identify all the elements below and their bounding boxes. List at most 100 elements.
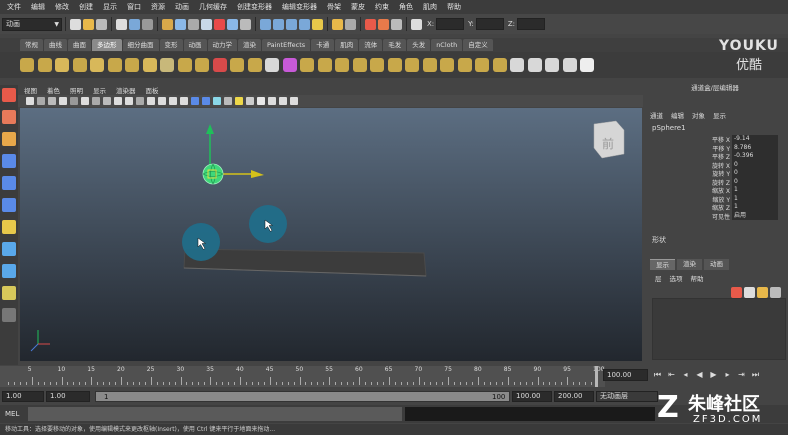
viewport-tool-icon[interactable] bbox=[235, 97, 243, 105]
attribute-value[interactable]: 1 bbox=[732, 186, 778, 195]
input-ops-icon[interactable] bbox=[411, 18, 422, 30]
lock-icon[interactable] bbox=[332, 18, 343, 30]
coord-z-field[interactable] bbox=[517, 18, 546, 30]
playback-end-field[interactable]: 100.00 bbox=[512, 391, 552, 402]
shelf-tab[interactable]: 毛发 bbox=[383, 39, 407, 51]
shelf-tab[interactable]: 细分曲面 bbox=[122, 39, 159, 51]
playback-start-field[interactable]: 1.00 bbox=[46, 391, 90, 402]
attribute-value[interactable]: 1 bbox=[732, 203, 778, 212]
shelf-tool-icon[interactable] bbox=[405, 58, 419, 72]
viewport-tool-icon[interactable] bbox=[191, 97, 199, 105]
step-back-key-icon[interactable]: ⇤ bbox=[666, 369, 677, 381]
make-live-icon[interactable] bbox=[312, 18, 323, 30]
shelf-tool-icon[interactable] bbox=[580, 58, 594, 72]
shelf-tab[interactable]: 渲染 bbox=[238, 39, 261, 51]
shelf-tool-icon[interactable] bbox=[282, 58, 297, 72]
shelf-tool-icon[interactable] bbox=[457, 58, 472, 72]
manip-y-arrow[interactable] bbox=[206, 124, 214, 134]
menu-item[interactable]: 显示 bbox=[98, 2, 122, 12]
select-object-icon[interactable] bbox=[129, 18, 140, 30]
layer-options-icon[interactable] bbox=[757, 287, 768, 298]
start-time-field[interactable]: 1.00 bbox=[2, 391, 44, 402]
save-scene-icon[interactable] bbox=[96, 18, 107, 30]
menu-item[interactable]: 动画 bbox=[170, 2, 194, 12]
viewport-tool-icon[interactable] bbox=[136, 97, 144, 105]
shelf-tool-icon[interactable] bbox=[562, 58, 577, 72]
viewport-menu-item[interactable]: 渲染器 bbox=[116, 85, 136, 95]
viewport-menu-item[interactable]: 面板 bbox=[146, 85, 159, 95]
viewport-tool-icon[interactable] bbox=[268, 97, 276, 105]
shelf-tool-icon[interactable] bbox=[90, 58, 104, 72]
attribute-value[interactable]: 启用 bbox=[732, 211, 778, 220]
viewport-menu-item[interactable]: 着色 bbox=[47, 85, 60, 95]
snap-grid-icon[interactable] bbox=[260, 18, 271, 30]
shelf-tool-icon[interactable] bbox=[142, 58, 157, 72]
layout-outliner-icon[interactable] bbox=[2, 286, 16, 300]
shelf-tool-icon[interactable] bbox=[370, 58, 384, 72]
layout-graph-icon[interactable] bbox=[2, 308, 16, 322]
shelf-tool-icon[interactable] bbox=[527, 58, 542, 72]
shelf-tool-icon[interactable] bbox=[55, 58, 69, 72]
snap-view-plane-icon[interactable] bbox=[299, 18, 310, 30]
shelf-tool-icon[interactable] bbox=[230, 58, 244, 72]
mask-icon[interactable] bbox=[227, 18, 238, 30]
channel-box-menu-item[interactable]: 显示 bbox=[713, 110, 726, 120]
mask-icon[interactable] bbox=[240, 18, 251, 30]
coord-y-field[interactable] bbox=[475, 18, 504, 30]
attribute-row[interactable]: 平移 Z -0.396 bbox=[650, 152, 780, 161]
shelf-tool-icon[interactable] bbox=[212, 58, 227, 72]
viewport-tool-icon[interactable] bbox=[37, 97, 45, 105]
channel-box-menu-item[interactable]: 编辑 bbox=[671, 110, 684, 120]
menu-item[interactable]: 修改 bbox=[50, 2, 74, 12]
rotate-tool-icon[interactable] bbox=[2, 176, 16, 190]
layer-sort-icon[interactable] bbox=[770, 287, 781, 298]
shelf-tool-icon[interactable] bbox=[387, 58, 402, 72]
shelf-tab[interactable]: 流体 bbox=[359, 39, 383, 51]
shelf-tool-icon[interactable] bbox=[37, 58, 52, 72]
shelf-tool-icon[interactable] bbox=[492, 58, 507, 72]
layer-tab[interactable]: 动画 bbox=[704, 259, 729, 270]
attribute-value[interactable]: 0 bbox=[732, 177, 778, 186]
viewport-tool-icon[interactable] bbox=[92, 97, 100, 105]
viewport-tool-icon[interactable] bbox=[125, 97, 133, 105]
shelf-tool-icon[interactable] bbox=[160, 58, 174, 72]
shelf-tab[interactable]: 曲面 bbox=[68, 39, 91, 51]
coord-x-field[interactable] bbox=[436, 18, 465, 30]
shelf-tab[interactable]: 卡通 bbox=[311, 39, 335, 51]
shelf-tool-icon[interactable] bbox=[510, 58, 524, 72]
attribute-row[interactable]: 旋转 Z0 bbox=[650, 177, 780, 187]
shapes-section-label[interactable]: 形状 bbox=[652, 235, 666, 245]
shelf-tool-icon[interactable] bbox=[422, 58, 437, 72]
viewport-tool-icon[interactable] bbox=[290, 97, 298, 105]
shelf-tool-icon[interactable] bbox=[72, 58, 87, 72]
shelf-tab[interactable]: nCloth bbox=[431, 39, 463, 51]
menu-item[interactable]: 创建 bbox=[74, 2, 98, 12]
lasso-tool-icon[interactable] bbox=[2, 110, 16, 124]
shelf-tool-icon[interactable] bbox=[440, 58, 454, 72]
shelf-tool-icon[interactable] bbox=[125, 58, 139, 72]
snap-point-icon[interactable] bbox=[286, 18, 297, 30]
menu-item[interactable]: 资源 bbox=[146, 2, 170, 12]
shelf-tool-icon[interactable] bbox=[545, 58, 559, 72]
new-layer-icon[interactable] bbox=[731, 287, 742, 298]
mask-icon[interactable] bbox=[201, 18, 212, 30]
shelf-tool-icon[interactable] bbox=[195, 58, 209, 72]
channel-box-menu-item[interactable]: 对象 bbox=[692, 110, 705, 120]
menu-item[interactable]: 编辑 bbox=[26, 2, 50, 12]
shelf-tab[interactable]: 常规 bbox=[20, 39, 43, 51]
new-layer-selected-icon[interactable] bbox=[744, 287, 755, 298]
attribute-value[interactable]: 1 bbox=[732, 194, 778, 203]
viewport-tool-icon[interactable] bbox=[70, 97, 78, 105]
open-scene-icon[interactable] bbox=[83, 18, 94, 30]
shelf-tab[interactable]: 动画 bbox=[183, 39, 207, 51]
step-back-icon[interactable]: ◂ bbox=[680, 369, 691, 381]
selected-sphere[interactable] bbox=[202, 163, 224, 185]
shelf-tab[interactable]: 变形 bbox=[159, 39, 183, 51]
scale-tool-icon[interactable] bbox=[2, 198, 16, 212]
attribute-value[interactable]: 0 bbox=[732, 169, 778, 178]
shelf-tool-icon[interactable] bbox=[177, 58, 192, 72]
snap-curve-icon[interactable] bbox=[273, 18, 284, 30]
shelf-tab[interactable]: 头发 bbox=[407, 39, 431, 51]
viewport-tool-icon[interactable] bbox=[169, 97, 177, 105]
viewport-menu-item[interactable]: 照明 bbox=[70, 85, 83, 95]
